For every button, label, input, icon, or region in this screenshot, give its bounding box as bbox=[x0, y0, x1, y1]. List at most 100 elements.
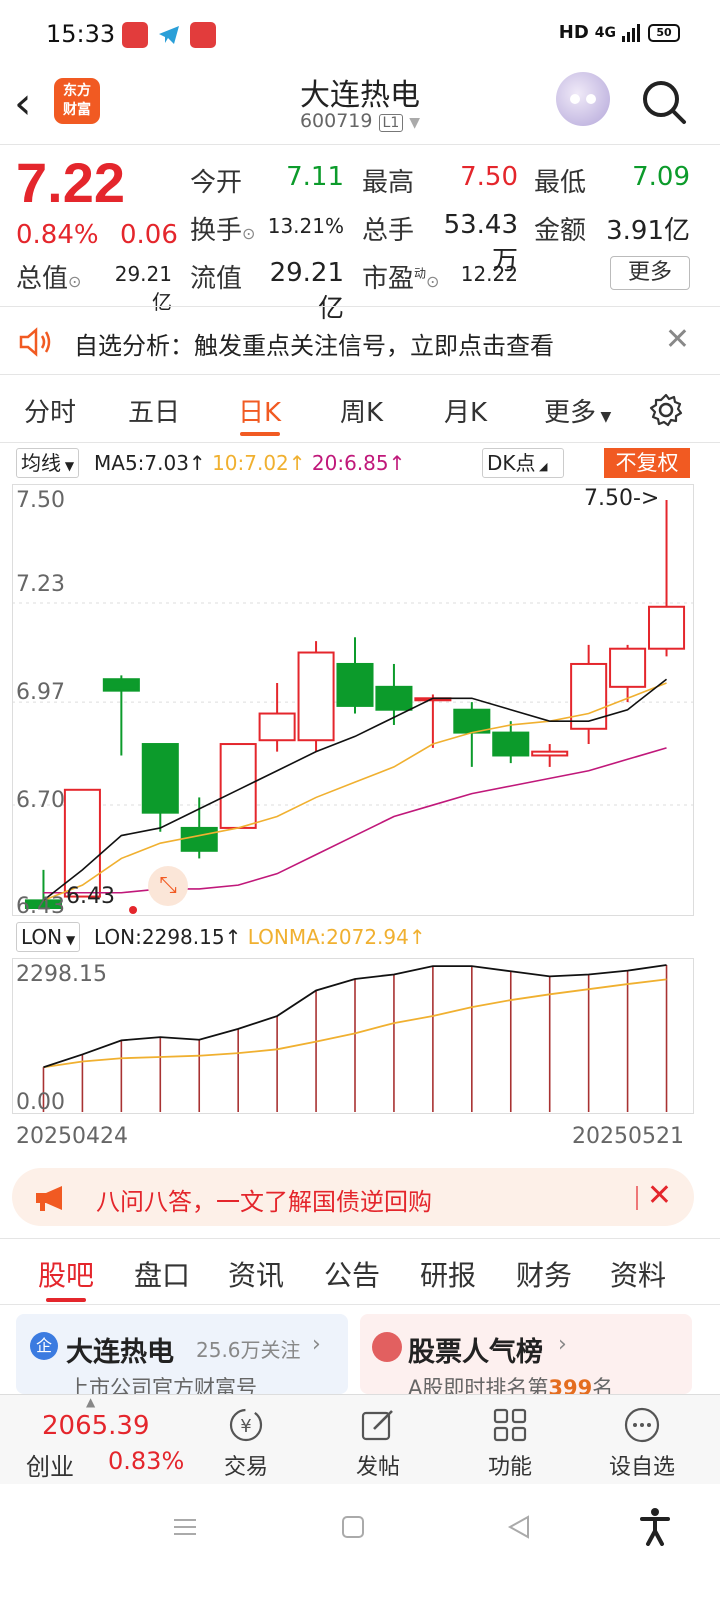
nav-functions[interactable]: 功能 bbox=[460, 1395, 560, 1485]
high-label: 最高 bbox=[362, 168, 415, 198]
promo-text: 八问八答，一文了解国债逆回购 bbox=[96, 1188, 432, 1216]
promo-divider bbox=[636, 1186, 638, 1210]
nav-add-watchlist-label: 设自选 bbox=[608, 1455, 675, 1480]
open-value: 7.11 bbox=[286, 162, 344, 192]
tab-five-day[interactable]: 五日 bbox=[128, 392, 180, 429]
candle-body bbox=[570, 662, 608, 730]
settings-gear-icon[interactable] bbox=[648, 392, 684, 428]
date-end-label: 20250521 bbox=[572, 1124, 684, 1149]
y-tick-label: 6.43 bbox=[16, 894, 65, 919]
sub-indicator-select[interactable]: LON ▼ bbox=[16, 922, 81, 952]
promo-banner[interactable]: 八问八答，一文了解国债逆回购 ✕ bbox=[12, 1168, 694, 1226]
candle-body bbox=[258, 712, 296, 742]
tab-news[interactable]: 资讯 bbox=[228, 1254, 284, 1294]
home-square-icon[interactable] bbox=[338, 1512, 368, 1542]
bottom-navigation: ▲ 2065.39 创业 0.83% ¥ 交易 发帖 功能 设自选 bbox=[0, 1394, 720, 1484]
speaker-icon bbox=[19, 327, 51, 357]
kline-chart[interactable] bbox=[0, 480, 720, 920]
lon-y-tick-label: 0.00 bbox=[16, 1090, 65, 1115]
ma-indicator-select[interactable]: 均线 ▼ bbox=[16, 448, 80, 478]
app-notification-icon bbox=[122, 22, 148, 48]
quote-more-button[interactable]: 更多 bbox=[610, 256, 690, 290]
adjust-mode-button[interactable]: 不复权 bbox=[604, 448, 690, 478]
info-icon: ⊙ bbox=[68, 272, 82, 291]
popularity-rank-card[interactable]: 股票人气榜 › A股即时排名第399名 bbox=[360, 1314, 692, 1394]
svg-text:¥: ¥ bbox=[240, 1416, 251, 1437]
tab-intraday[interactable]: 分时 bbox=[24, 392, 76, 429]
tab-weekly-k[interactable]: 周K bbox=[340, 392, 383, 429]
content-tabs: 股吧 盘口 资讯 公告 研报 财务 资料 bbox=[0, 1240, 720, 1304]
active-tab-indicator bbox=[240, 432, 280, 436]
telegram-notification-icon bbox=[156, 22, 182, 48]
tab-profile[interactable]: 资料 bbox=[610, 1254, 666, 1294]
trade-yuan-icon: ¥ bbox=[229, 1408, 263, 1442]
nav-trade[interactable]: ¥ 交易 bbox=[196, 1395, 296, 1485]
stock-name[interactable]: 大连热电 bbox=[0, 70, 720, 114]
index-ticker[interactable]: ▲ 2065.39 创业 0.83% bbox=[0, 1395, 190, 1485]
tab-more[interactable]: 更多 ▼ bbox=[544, 392, 611, 429]
nav-trade-label: 交易 bbox=[223, 1455, 268, 1480]
tab-daily-k[interactable]: 日K bbox=[238, 392, 281, 429]
dk-point-select[interactable]: DK点 ◢ bbox=[482, 448, 564, 478]
signal-bars-icon bbox=[622, 23, 640, 42]
back-triangle-icon[interactable] bbox=[504, 1512, 534, 1542]
change-amount: 0.06 bbox=[120, 220, 178, 250]
enterprise-badge-icon: 企 bbox=[30, 1332, 58, 1360]
chevron-up-icon: ▲ bbox=[86, 1395, 96, 1409]
float-mv-label: 流值 bbox=[190, 264, 243, 294]
lon-chart[interactable] bbox=[0, 956, 720, 1116]
status-indicators: HD 4G 50 bbox=[559, 22, 680, 43]
nav-add-watchlist[interactable]: 设自选 bbox=[592, 1395, 692, 1485]
tab-research[interactable]: 研报 bbox=[420, 1254, 476, 1294]
menu-icon[interactable] bbox=[170, 1512, 200, 1542]
edit-post-icon bbox=[361, 1410, 393, 1441]
info-icon: ⊙ bbox=[426, 272, 440, 291]
close-icon[interactable]: ✕ bbox=[665, 322, 690, 357]
dropdown-arrow-icon: ▼ bbox=[61, 459, 75, 473]
tab-monthly-k[interactable]: 月K bbox=[444, 392, 487, 429]
ranking-chart-icon bbox=[372, 1332, 402, 1362]
tab-announcements[interactable]: 公告 bbox=[324, 1254, 380, 1294]
candle-body bbox=[336, 662, 374, 707]
company-account-card[interactable]: 企 大连热电 25.6万关注 › 上市公司官方财富号 bbox=[16, 1314, 348, 1394]
low-value: 7.09 bbox=[632, 162, 690, 192]
pe-label: 市盈动⊙ bbox=[362, 264, 440, 294]
stock-code-row[interactable]: 600719 L1 ▼ bbox=[0, 110, 720, 132]
nav-post[interactable]: 发帖 bbox=[328, 1395, 428, 1485]
nav-post-label: 发帖 bbox=[355, 1455, 400, 1480]
min-price-marker bbox=[129, 906, 138, 914]
date-start-label: 20250424 bbox=[16, 1124, 128, 1149]
open-label: 今开 bbox=[190, 168, 243, 198]
dropdown-arrow-icon: ▼ bbox=[596, 409, 612, 425]
y-tick-label: 6.70 bbox=[16, 788, 65, 813]
ma5-value: MA5:7.03↑ bbox=[94, 451, 206, 475]
candle-body bbox=[102, 678, 140, 692]
notice-text: 自选分析：触发重点关注信号，立即点击查看 bbox=[74, 332, 554, 360]
pe-value: 12.22 bbox=[460, 262, 518, 286]
card-company-name: 大连热电 bbox=[66, 1337, 174, 1368]
max-price-annotation: 7.50-> bbox=[584, 486, 660, 511]
app-header: ‹ 东方 财富 大连热电 600719 L1 ▼ bbox=[0, 64, 720, 144]
tab-order-book[interactable]: 盘口 bbox=[134, 1254, 190, 1294]
y-tick-label: 7.50 bbox=[16, 488, 65, 513]
candle-body bbox=[141, 743, 179, 814]
close-icon[interactable]: ✕ bbox=[647, 1178, 672, 1213]
search-icon[interactable] bbox=[640, 78, 688, 126]
assistant-robot-avatar[interactable] bbox=[556, 72, 610, 126]
chevron-right-icon: › bbox=[558, 1332, 567, 1357]
corner-arrow-icon: ◢ bbox=[535, 460, 548, 473]
tab-financials[interactable]: 财务 bbox=[516, 1254, 572, 1294]
battery-icon: 50 bbox=[648, 23, 680, 42]
dropdown-arrow-icon: ▼ bbox=[62, 933, 76, 947]
candle-body bbox=[531, 750, 569, 757]
info-icon: ⊙ bbox=[242, 224, 256, 243]
expand-chart-icon[interactable]: ⤡ bbox=[148, 866, 188, 906]
candle-body bbox=[648, 605, 686, 650]
functions-grid-icon bbox=[493, 1408, 527, 1442]
analysis-notice[interactable]: 自选分析：触发重点关注信号，立即点击查看 ✕ bbox=[0, 308, 720, 374]
accessibility-icon[interactable] bbox=[638, 1506, 672, 1546]
turnover-label: 换手⊙ bbox=[190, 216, 256, 246]
tab-guba[interactable]: 股吧 bbox=[38, 1254, 94, 1294]
candle-body bbox=[492, 731, 530, 757]
index-name: 创业 bbox=[26, 1453, 74, 1481]
